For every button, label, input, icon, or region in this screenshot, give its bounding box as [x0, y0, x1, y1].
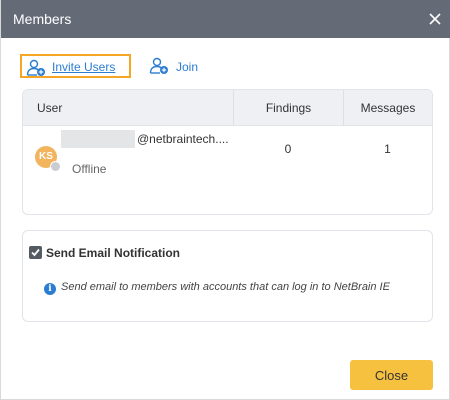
dialog-titlebar: Members: [1, 0, 450, 38]
invite-user-icon: [26, 59, 46, 77]
info-icon: i: [44, 283, 56, 295]
findings-count: 0: [284, 142, 292, 156]
dialog-title: Members: [13, 11, 72, 27]
invite-users-button[interactable]: Invite Users: [20, 54, 131, 78]
user-status: Offline: [72, 162, 107, 176]
close-icon[interactable]: [425, 9, 445, 29]
column-header-user[interactable]: User: [37, 90, 233, 126]
notification-panel: Send Email Notification i Send email to …: [22, 230, 433, 322]
column-header-findings[interactable]: Findings: [233, 90, 343, 126]
join-label: Join: [176, 60, 199, 74]
offline-status-icon: [50, 161, 61, 172]
messages-count: 1: [384, 142, 391, 156]
column-header-messages[interactable]: Messages: [343, 90, 432, 126]
join-button[interactable]: Join: [147, 54, 207, 78]
send-email-checkbox[interactable]: [29, 246, 42, 259]
table-header: User Findings Messages: [23, 90, 432, 126]
members-table: User Findings Messages KS @netbraintech.…: [22, 89, 433, 215]
member-actions: Invite Users Join: [1, 54, 450, 80]
members-dialog: Members Invite Users Join User Findings …: [0, 0, 450, 400]
info-text: Send email to members with accounts that…: [61, 281, 390, 293]
invite-users-label: Invite Users: [52, 60, 116, 74]
redacted-username: [61, 130, 135, 148]
send-email-label[interactable]: Send Email Notification: [46, 246, 180, 260]
close-button[interactable]: Close: [350, 360, 433, 390]
table-row[interactable]: KS @netbraintech.... Offline 0 1: [23, 126, 432, 176]
user-email: @netbraintech....: [137, 132, 229, 146]
join-user-icon: [149, 57, 169, 75]
